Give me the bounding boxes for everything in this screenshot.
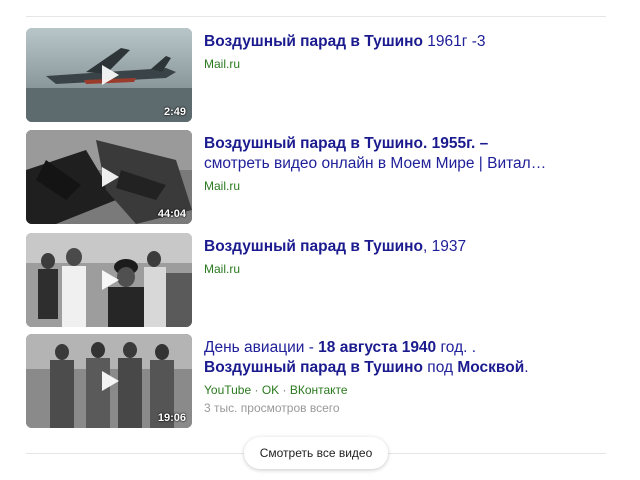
play-icon (102, 270, 119, 290)
video-source[interactable]: Mail.ru (204, 261, 624, 277)
view-count: 3 тыс. просмотров всего (204, 401, 340, 415)
title-highlight: Воздушный парад в Тушино (204, 33, 423, 50)
source-separator: · (251, 383, 262, 397)
video-sources: YouTube · OK · ВКонтакте (204, 382, 624, 398)
video-title-link[interactable]: Воздушный парад в Тушино. 1955г. – смотр… (204, 134, 624, 174)
video-thumbnail[interactable]: 44:04 (26, 130, 192, 224)
source-separator: · (279, 383, 290, 397)
play-icon (102, 167, 119, 187)
video-info: Воздушный парад в Тушино. 1955г. – смотр… (204, 134, 624, 194)
title-text: . (524, 359, 529, 376)
title-text: год. . (436, 339, 477, 356)
title-text-line2: смотреть видео онлайн в Моем Мире | Вита… (204, 155, 547, 172)
video-result-item[interactable]: Воздушный парад в Тушино, 1937 Mail.ru (26, 233, 626, 327)
video-result-item[interactable]: 2:49 Воздушный парад в Тушино 1961г -3 M… (26, 28, 626, 122)
video-source[interactable]: Mail.ru (204, 178, 624, 194)
source-vkontakte[interactable]: ВКонтакте (290, 383, 348, 397)
title-highlight: Воздушный парад в Тушино (204, 135, 423, 152)
video-title-link[interactable]: Воздушный парад в Тушино, 1937 (204, 237, 624, 257)
video-info: День авиации - 18 августа 1940 год. . Во… (204, 338, 624, 416)
title-highlight: Воздушный парад в Тушино (204, 359, 423, 376)
title-text: День авиации - (204, 339, 319, 356)
video-info: Воздушный парад в Тушино, 1937 Mail.ru (204, 237, 624, 277)
video-result-item[interactable]: 19:06 День авиации - 18 августа 1940 год… (26, 334, 626, 428)
video-info: Воздушный парад в Тушино 1961г -3 Mail.r… (204, 32, 624, 72)
video-result-item[interactable]: 44:04 Воздушный парад в Тушино. 1955г. –… (26, 130, 626, 224)
video-thumbnail[interactable] (26, 233, 192, 327)
title-highlight: Воздушный парад в Тушино (204, 238, 423, 255)
show-all-videos-button[interactable]: Смотреть все видео (244, 437, 388, 469)
video-duration: 44:04 (157, 208, 186, 220)
video-results-panel: 2:49 Воздушный парад в Тушино 1961г -3 M… (0, 0, 640, 480)
title-text: , 1937 (423, 238, 467, 255)
title-text: 1961г -3 (423, 33, 486, 50)
video-duration: 19:06 (157, 412, 186, 424)
video-title-link[interactable]: Воздушный парад в Тушино 1961г -3 (204, 32, 624, 52)
video-source[interactable]: Mail.ru (204, 56, 624, 72)
title-text: . 1955г. – (423, 135, 489, 152)
play-icon (102, 65, 119, 85)
title-text: под (423, 359, 458, 376)
video-thumbnail[interactable]: 19:06 (26, 334, 192, 428)
video-title-link[interactable]: День авиации - 18 августа 1940 год. . Во… (204, 338, 624, 378)
top-divider (26, 16, 606, 17)
title-highlight-date: 18 августа 1940 (318, 339, 437, 356)
video-duration: 2:49 (163, 106, 186, 118)
source-youtube[interactable]: YouTube (204, 383, 251, 397)
source-ok[interactable]: OK (262, 383, 279, 397)
video-thumbnail[interactable]: 2:49 (26, 28, 192, 122)
play-icon (102, 371, 119, 391)
title-highlight-city: Москвой (457, 359, 525, 376)
